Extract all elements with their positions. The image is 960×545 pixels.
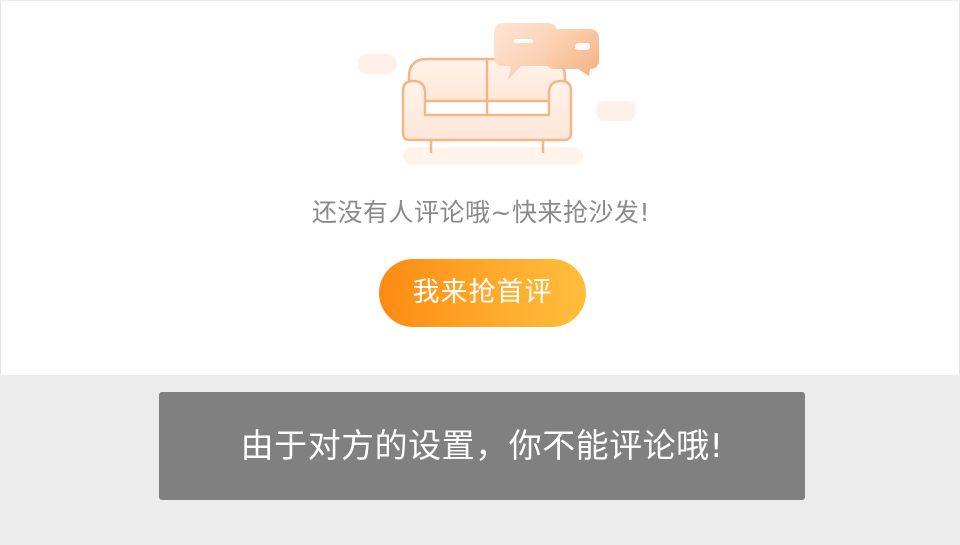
first-comment-button[interactable]: 我来抢首评 [379,259,586,327]
comment-disabled-toast: 由于对方的设置，你不能评论哦! [159,392,805,500]
comment-page: 还没有人评论哦~快来抢沙发! 我来抢首评 由于对方的设置，你不能评论哦! [0,0,960,545]
sofa-with-speech-bubbles-icon [357,23,636,165]
speech-bubble-left-highlight [514,39,533,43]
empty-comments-message: 还没有人评论哦~快来抢沙发! [312,198,650,227]
soft-cloud-left [357,54,397,74]
comment-empty-state: 还没有人评论哦~快来抢沙发! 我来抢首评 [0,0,960,375]
speech-bubble-right-highlight [575,43,590,50]
soft-cloud-right [596,101,636,121]
